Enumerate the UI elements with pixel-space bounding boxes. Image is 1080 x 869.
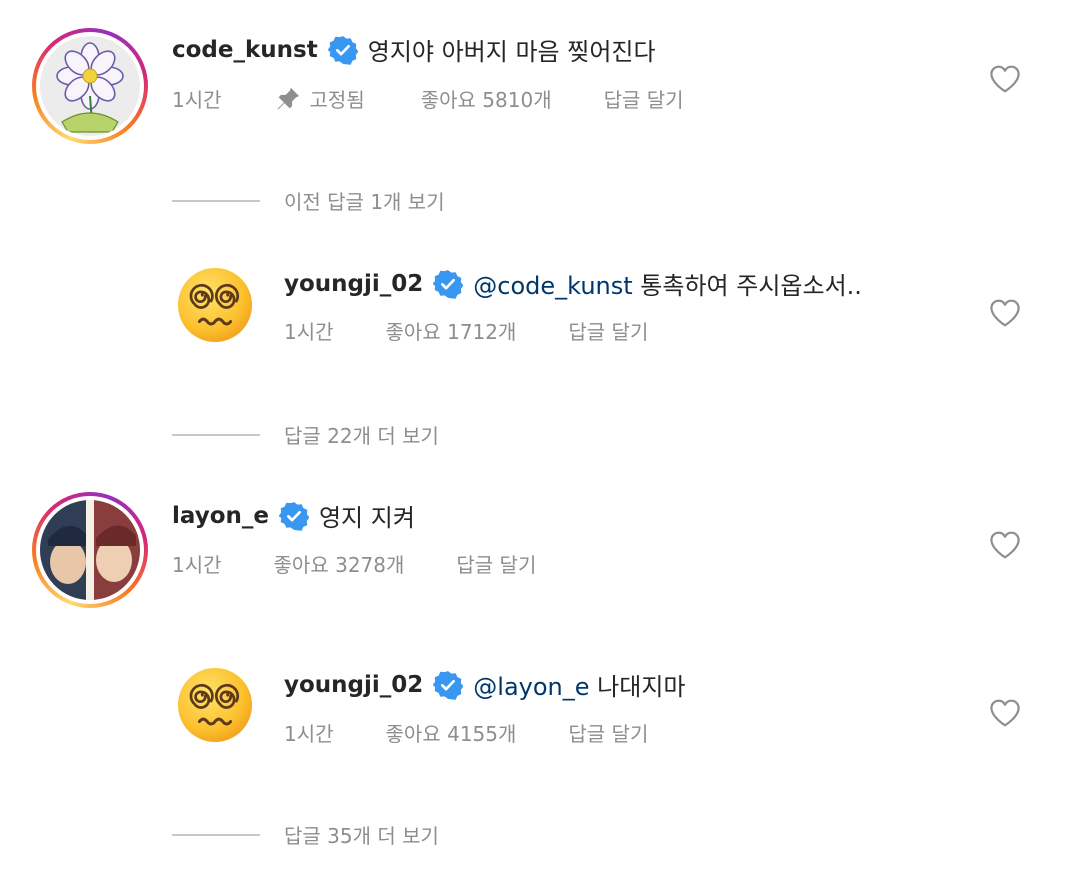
view-more-replies-button[interactable]: 답글 22개 더 보기 <box>172 420 439 449</box>
comment-username[interactable]: layon_e <box>172 503 269 529</box>
photo-avatar <box>40 500 140 600</box>
like-count[interactable]: 좋아요 1712개 <box>386 316 517 345</box>
view-more-replies-button[interactable]: 답글 35개 더 보기 <box>172 820 439 849</box>
view-more-replies-label[interactable]: 답글 35개 더 보기 <box>284 820 439 849</box>
comment-time: 1시간 <box>172 553 222 577</box>
comment-username[interactable]: youngji_02 <box>284 672 423 698</box>
view-replies-label[interactable]: 이전 답글 1개 보기 <box>284 186 445 215</box>
like-count[interactable]: 좋아요 5810개 <box>421 84 552 113</box>
verified-badge-icon <box>328 35 358 65</box>
story-ring-avatar[interactable] <box>32 28 148 144</box>
heart-icon[interactable] <box>988 528 1022 562</box>
thread-divider <box>172 833 260 836</box>
pin-icon <box>277 87 299 109</box>
like-count[interactable]: 좋아요 4155개 <box>386 718 517 747</box>
like-count[interactable]: 좋아요 3278개 <box>274 549 405 578</box>
thread-divider <box>172 433 260 436</box>
dizzy-face-emoji-avatar[interactable] <box>176 266 254 344</box>
reply-button[interactable]: 답글 달기 <box>568 718 648 747</box>
comment-text: 통촉하여 주시옵소서.. <box>640 272 862 300</box>
view-more-replies-label[interactable]: 답글 22개 더 보기 <box>284 420 439 449</box>
comment-text: 나대지마 <box>597 673 686 701</box>
verified-badge-icon <box>433 269 463 299</box>
pinned-label: 고정됨 <box>309 88 365 112</box>
comment-username[interactable]: youngji_02 <box>284 271 423 297</box>
verified-badge-icon <box>279 501 309 531</box>
mention-link[interactable]: @layon_e <box>473 673 589 701</box>
heart-icon[interactable] <box>988 62 1022 96</box>
reply-button[interactable]: 답글 달기 <box>456 549 536 578</box>
dizzy-face-emoji-avatar[interactable] <box>176 666 254 744</box>
comment-time: 1시간 <box>172 88 222 112</box>
view-replies-button[interactable]: 이전 답글 1개 보기 <box>172 186 445 215</box>
story-ring-avatar[interactable] <box>32 492 148 608</box>
heart-icon[interactable] <box>988 696 1022 730</box>
comment-username[interactable]: code_kunst <box>172 37 318 63</box>
comment-time: 1시간 <box>284 722 334 746</box>
mention-link[interactable]: @code_kunst <box>473 272 632 300</box>
comment-text: 영지야 아버지 마음 찢어진다 <box>367 38 656 66</box>
comment-text: 영지 지켜 <box>318 504 415 532</box>
reply-button[interactable]: 답글 달기 <box>568 316 648 345</box>
thread-divider <box>172 199 260 202</box>
comment-time: 1시간 <box>284 320 334 344</box>
reply-button[interactable]: 답글 달기 <box>604 84 684 113</box>
verified-badge-icon <box>433 670 463 700</box>
heart-icon[interactable] <box>988 296 1022 330</box>
flower-drawing-avatar <box>40 36 140 136</box>
